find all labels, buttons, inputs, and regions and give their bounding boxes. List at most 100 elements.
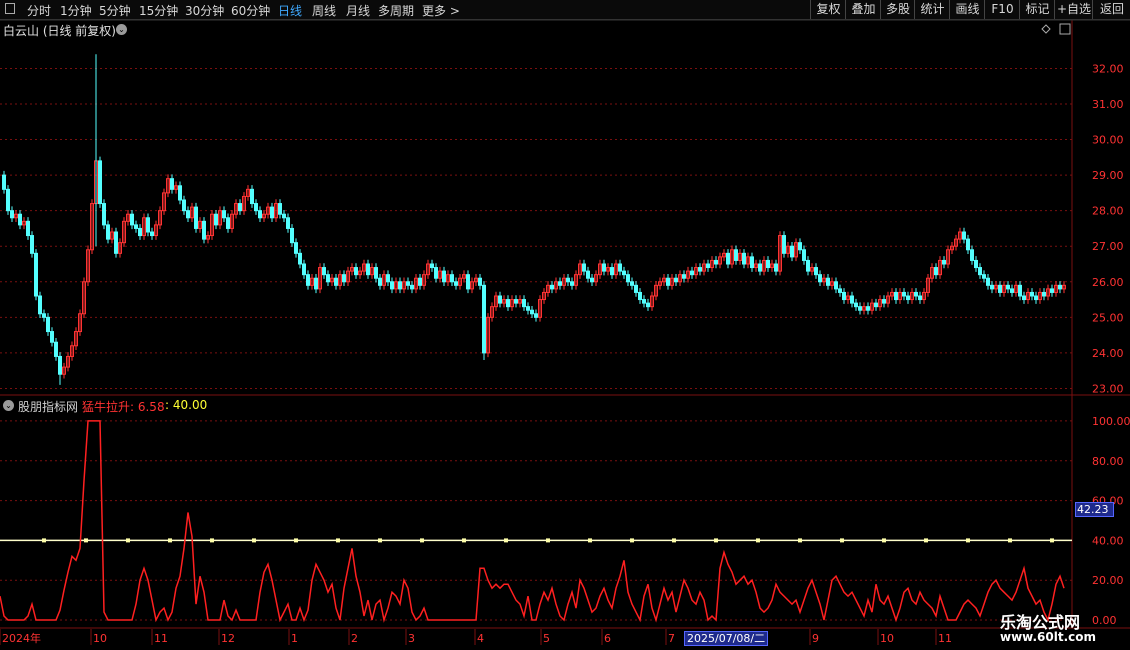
candle-body xyxy=(1010,288,1014,293)
threshold-marker xyxy=(42,538,46,543)
threshold-marker xyxy=(798,538,802,543)
candle-body xyxy=(610,267,614,276)
candle-body xyxy=(986,277,990,286)
candle-body xyxy=(674,277,678,283)
threshold-marker xyxy=(1008,538,1012,543)
candle-body xyxy=(290,227,294,244)
chart-canvas: 32.0031.0030.0029.0028.0027.0026.0025.00… xyxy=(0,19,1130,645)
candle-body xyxy=(834,281,838,290)
month-label: 7 xyxy=(668,632,675,645)
threshold-marker xyxy=(672,538,676,543)
candle-body xyxy=(826,277,830,286)
candle-body xyxy=(238,203,242,212)
candle-body xyxy=(1050,288,1054,293)
candle-body xyxy=(1034,295,1038,301)
candle-body xyxy=(54,341,58,357)
candle-body xyxy=(742,252,746,265)
month-label: 2 xyxy=(351,632,358,645)
threshold-marker xyxy=(336,538,340,543)
month-label: 12 xyxy=(221,632,235,645)
threshold-marker xyxy=(588,538,592,543)
candle-body xyxy=(298,252,302,265)
candle-body xyxy=(758,263,762,272)
month-label: 10 xyxy=(880,632,894,645)
candle-body xyxy=(942,259,946,265)
candle-body xyxy=(690,270,694,276)
price-tick-label: 31.00 xyxy=(1092,98,1124,111)
candle-body xyxy=(638,291,642,301)
candle-body xyxy=(974,259,978,269)
candle-body xyxy=(766,259,770,269)
candle-body xyxy=(226,217,230,229)
candle-body xyxy=(466,274,470,290)
candle-body xyxy=(866,306,870,311)
candle-body xyxy=(918,295,922,301)
indicator-tick-label: 40.00 xyxy=(1092,534,1124,547)
candle-body xyxy=(646,302,650,308)
candle-body xyxy=(906,295,910,301)
price-tick-label: 25.00 xyxy=(1092,311,1124,324)
price-tick-label: 32.00 xyxy=(1092,62,1124,75)
indicator-tick-label: 80.00 xyxy=(1092,455,1124,468)
indicator-value-main: 猛牛拉升: 6.58 xyxy=(82,400,165,414)
candle-body xyxy=(882,299,886,304)
candle-body xyxy=(106,224,110,240)
candle-body xyxy=(590,277,594,283)
candle-body xyxy=(966,238,970,251)
price-tick-label: 27.00 xyxy=(1092,240,1124,253)
candle-body xyxy=(602,263,606,272)
candle-body xyxy=(454,281,458,286)
candle-body xyxy=(222,210,226,219)
watermark-url: www.60lt.com xyxy=(1000,630,1097,644)
month-label: 4 xyxy=(477,632,484,645)
candle-body xyxy=(698,267,702,272)
candle-body xyxy=(1022,295,1026,301)
candle-body xyxy=(514,299,518,304)
candle-body xyxy=(790,245,794,258)
candle-body xyxy=(102,203,106,226)
threshold-marker xyxy=(462,538,466,543)
candle-body xyxy=(170,178,174,190)
diamond-icon xyxy=(1041,24,1051,34)
threshold-marker xyxy=(420,538,424,543)
candle-body xyxy=(1018,284,1022,297)
candle-body xyxy=(146,217,150,233)
candle-body xyxy=(1042,291,1046,297)
candle-body xyxy=(302,263,306,276)
candle-body xyxy=(1058,284,1062,290)
candle-body xyxy=(586,270,590,279)
candle-body xyxy=(522,299,526,308)
candle-body xyxy=(258,210,262,219)
candle-body xyxy=(390,281,394,290)
candle-body xyxy=(894,291,898,301)
candle-body xyxy=(838,288,842,293)
candle-body xyxy=(38,295,42,315)
candle-body xyxy=(182,199,186,212)
price-tick-label: 29.00 xyxy=(1092,169,1124,182)
candle-body xyxy=(6,188,10,212)
candle-body xyxy=(998,284,1002,293)
candle-body xyxy=(630,281,634,286)
candle-body xyxy=(618,263,622,272)
candle-body xyxy=(534,313,538,318)
candle-body xyxy=(34,252,38,297)
candle-body xyxy=(506,299,510,308)
candle-body xyxy=(282,213,286,219)
chevron-down-icon[interactable]: ⌄ xyxy=(116,24,127,35)
crosshair-value-label: 42.23 xyxy=(1075,502,1114,517)
candle-body xyxy=(982,274,986,279)
threshold-marker xyxy=(294,538,298,543)
candle-body xyxy=(914,291,918,297)
candle-body xyxy=(326,274,330,283)
candle-body xyxy=(334,277,338,286)
candle-body xyxy=(342,274,346,283)
indicator-menu-icon[interactable]: ⌄ xyxy=(3,400,14,411)
candle-body xyxy=(714,259,718,265)
threshold-marker xyxy=(84,538,88,543)
candle-body xyxy=(398,281,402,290)
candle-body xyxy=(526,306,530,311)
crosshair-date-label: 2025/07/08/二 xyxy=(684,631,769,646)
candle-body xyxy=(434,267,438,279)
candle-body xyxy=(386,274,390,283)
threshold-marker xyxy=(714,538,718,543)
